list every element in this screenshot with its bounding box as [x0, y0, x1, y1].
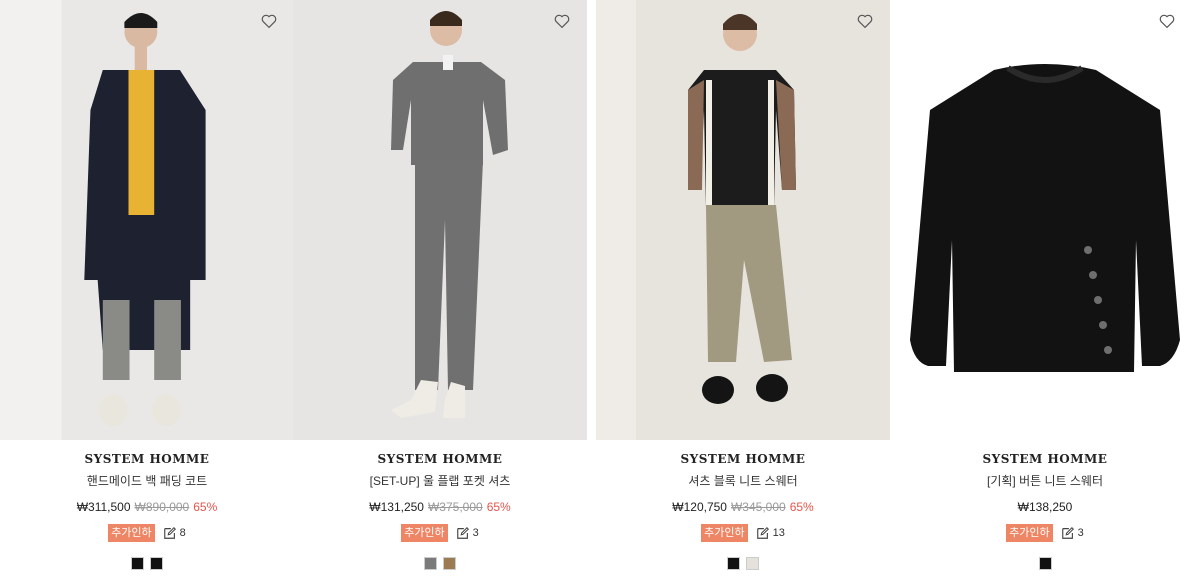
sale-price: ₩131,250: [369, 500, 424, 514]
brand-name[interactable]: SYSTEM HOMME: [596, 452, 890, 466]
color-swatch[interactable]: [1038, 557, 1052, 570]
heart-icon[interactable]: [856, 12, 874, 30]
review-count: 13: [772, 527, 785, 539]
extra-discount-badge[interactable]: 추가인하: [1006, 524, 1053, 542]
edit-icon: [1061, 527, 1074, 539]
original-price: ₩345,000: [730, 500, 786, 514]
product-name[interactable]: 셔츠 블록 니트 스웨터: [596, 472, 890, 489]
color-swatch[interactable]: [424, 557, 437, 570]
product-meta: 추가인하 3: [898, 524, 1192, 542]
model-photo: [293, 0, 587, 440]
sale-price: ₩120,750: [672, 500, 727, 514]
extra-discount-badge[interactable]: 추가인하: [108, 524, 155, 542]
heart-icon[interactable]: [553, 12, 571, 30]
product-card[interactable]: SYSTEM HOMME 셔츠 블록 니트 스웨터 ₩120,750 ₩345,0…: [596, 0, 890, 579]
product-image[interactable]: [898, 0, 1192, 440]
review-link[interactable]: 3: [1061, 526, 1084, 540]
discount-rate: 65%: [789, 500, 814, 514]
product-name[interactable]: [SET-UP] 울 플랩 포켓 셔츠: [293, 472, 587, 489]
extra-discount-badge[interactable]: 추가인하: [401, 524, 448, 542]
product-card[interactable]: SYSTEM HOMME 핸드메이드 백 패딩 코트 ₩311,500 ₩890,…: [0, 0, 294, 579]
sale-price: ₩311,500: [76, 500, 131, 514]
model-photo: [596, 0, 890, 440]
sale-price: ₩138,250: [1017, 500, 1073, 514]
product-card[interactable]: SYSTEM HOMME [SET-UP] 울 플랩 포켓 셔츠 ₩131,25…: [293, 0, 587, 579]
review-link[interactable]: 8: [163, 526, 186, 540]
color-swatches: [898, 557, 1192, 570]
edit-icon: [163, 527, 176, 539]
product-image[interactable]: [293, 0, 587, 440]
color-swatch[interactable]: [727, 557, 740, 570]
product-meta: 추가인하 8: [0, 524, 294, 542]
heart-icon[interactable]: [1158, 12, 1176, 30]
original-price: ₩890,000: [134, 500, 190, 514]
brand-name[interactable]: SYSTEM HOMME: [898, 452, 1192, 466]
discount-rate: 65%: [486, 500, 511, 514]
product-name[interactable]: [기획] 버튼 니트 스웨터: [898, 472, 1192, 489]
price-row: ₩131,250 ₩375,000 65%: [293, 500, 587, 514]
discount-rate: 65%: [193, 500, 218, 514]
color-swatches: [596, 557, 890, 570]
color-swatch[interactable]: [150, 557, 163, 570]
brand-name[interactable]: SYSTEM HOMME: [0, 452, 294, 466]
review-link[interactable]: 3: [456, 526, 479, 540]
original-price: ₩375,000: [427, 500, 483, 514]
extra-discount-badge[interactable]: 추가인하: [701, 524, 748, 542]
price-row: ₩311,500 ₩890,000 65%: [0, 500, 294, 514]
product-name[interactable]: 핸드메이드 백 패딩 코트: [0, 472, 294, 489]
product-meta: 추가인하 13: [596, 524, 890, 542]
color-swatch[interactable]: [131, 557, 144, 570]
product-grid: SYSTEM HOMME 핸드메이드 백 패딩 코트 ₩311,500 ₩890,…: [0, 0, 1199, 579]
color-swatches: [293, 557, 587, 570]
review-count: 3: [472, 527, 479, 539]
review-count: 8: [179, 527, 186, 539]
edit-icon: [456, 527, 469, 539]
product-card[interactable]: SYSTEM HOMME [기획] 버튼 니트 스웨터 ₩138,250 추가인…: [898, 0, 1192, 579]
brand-name[interactable]: SYSTEM HOMME: [293, 452, 587, 466]
edit-icon: [756, 527, 769, 539]
price-row: ₩138,250: [898, 500, 1192, 514]
price-row: ₩120,750 ₩345,000 65%: [596, 500, 890, 514]
color-swatch[interactable]: [443, 557, 456, 570]
product-image[interactable]: [0, 0, 294, 440]
color-swatch[interactable]: [746, 557, 759, 570]
review-count: 3: [1077, 527, 1084, 539]
review-link[interactable]: 13: [756, 526, 785, 540]
model-photo: [0, 0, 294, 440]
product-meta: 추가인하 3: [293, 524, 587, 542]
heart-icon[interactable]: [260, 12, 278, 30]
sweater-photo: [898, 0, 1192, 440]
color-swatches: [0, 557, 294, 570]
product-image[interactable]: [596, 0, 890, 440]
